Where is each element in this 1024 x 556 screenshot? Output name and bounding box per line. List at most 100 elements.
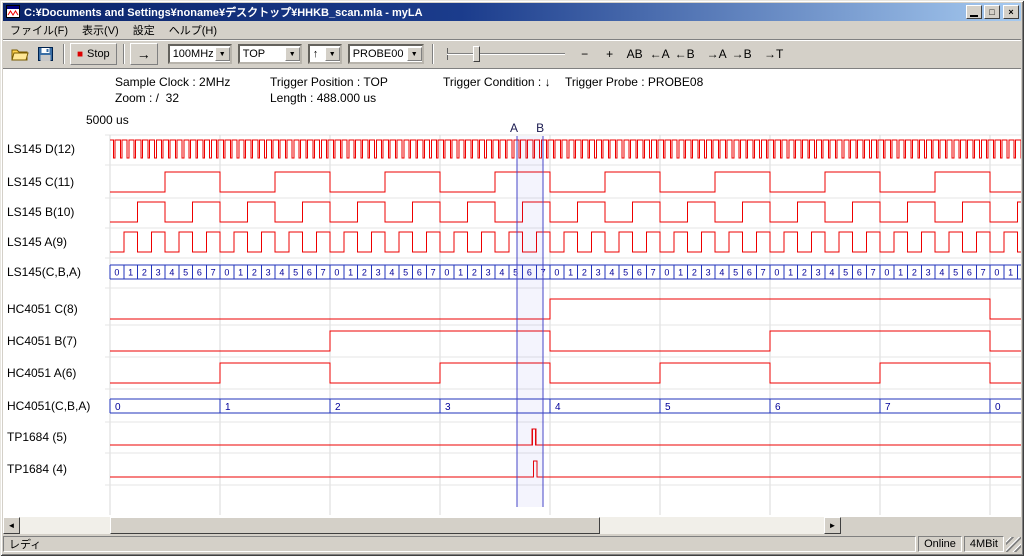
- cursor-a-label: A: [510, 121, 518, 135]
- bus-value: 2: [142, 268, 147, 278]
- channel-label: HC4051(C,B,A): [7, 399, 90, 413]
- status-online: Online: [918, 536, 962, 552]
- trigger-position-select[interactable]: TOP ▼: [238, 44, 302, 64]
- channel-trace: [110, 331, 1021, 351]
- cursor-ab-button[interactable]: AB: [623, 43, 647, 65]
- chevron-down-icon[interactable]: ▼: [407, 47, 422, 61]
- slider-track[interactable]: [447, 53, 565, 55]
- menu-item-0[interactable]: ファイル(F): [3, 20, 75, 40]
- channel-trace: [110, 232, 1021, 252]
- resize-grip[interactable]: [1006, 537, 1021, 552]
- next-b-button[interactable]: →B: [730, 43, 754, 65]
- maximize-button[interactable]: □: [984, 5, 1000, 19]
- bus-value: 7: [431, 268, 436, 278]
- waveform-client-area: Sample Clock : 2MHz Trigger Position : T…: [3, 69, 1021, 517]
- zoom-slider[interactable]: [447, 44, 565, 64]
- menu-item-2[interactable]: 設定: [126, 20, 162, 40]
- stop-button[interactable]: ■ Stop: [70, 43, 117, 65]
- bus-value: 0: [995, 402, 1001, 413]
- prev-a-button[interactable]: ←A: [648, 43, 672, 65]
- minimize-icon: [970, 15, 978, 17]
- bus-value: 4: [499, 268, 504, 278]
- bus-value: 3: [266, 268, 271, 278]
- cursor-b-label: B: [536, 121, 544, 135]
- probe-select[interactable]: PROBE00 ▼: [348, 44, 424, 64]
- bus-value: 4: [279, 268, 284, 278]
- bus-value: 2: [802, 268, 807, 278]
- run-button[interactable]: →: [130, 43, 158, 65]
- window-title: C:¥Documents and Settings¥noname¥デスクトップ¥…: [24, 4, 964, 20]
- bus-value: 2: [472, 268, 477, 278]
- status-memory: 4MBit: [964, 536, 1004, 552]
- run-arrow-icon: →: [137, 46, 151, 62]
- bus-value: 0: [444, 268, 449, 278]
- scrollbar-thumb[interactable]: [110, 517, 600, 534]
- bus-value: 6: [747, 268, 752, 278]
- menu-item-3[interactable]: ヘルプ(H): [162, 20, 224, 40]
- trigger-probe-info: Trigger Probe : PROBE08: [565, 75, 703, 89]
- chevron-down-icon[interactable]: ▼: [215, 47, 230, 61]
- bus-value: 5: [623, 268, 628, 278]
- prev-b-button[interactable]: ←B: [673, 43, 697, 65]
- app-window: C:¥Documents and Settings¥noname¥デスクトップ¥…: [0, 0, 1024, 556]
- channel-trace: [110, 172, 1021, 192]
- channel-trace: [110, 299, 1021, 319]
- bus-value: 0: [115, 402, 121, 413]
- bus-value: 5: [665, 402, 671, 413]
- bus-value: 0: [994, 268, 999, 278]
- bus-value: 2: [335, 402, 341, 413]
- channel-label: LS145 C(11): [7, 175, 74, 189]
- slider-thumb[interactable]: [473, 46, 480, 62]
- close-button[interactable]: ×: [1003, 5, 1019, 19]
- bus-value: 7: [885, 402, 891, 413]
- trigger-edge-select[interactable]: ↑ ▼: [308, 44, 342, 64]
- probe-value: PROBE00: [353, 48, 404, 60]
- sample-clock-info: Sample Clock : 2MHz: [115, 75, 230, 89]
- bus-value: 0: [224, 268, 229, 278]
- channel-label: HC4051 A(6): [7, 366, 76, 380]
- menu-item-1[interactable]: 表示(V): [75, 20, 126, 40]
- minimize-button[interactable]: [966, 5, 982, 19]
- toolbar: ■ Stop → 100MHz ▼ TOP ▼ ↑ ▼ PROBE00 ▼: [3, 39, 1021, 69]
- save-button[interactable]: [33, 43, 57, 65]
- bus-value: 2: [252, 268, 257, 278]
- scrollbar-track[interactable]: [20, 517, 824, 534]
- bus-value: 4: [389, 268, 394, 278]
- cursor-span: [517, 136, 543, 507]
- channel-label: LS145 D(12): [7, 142, 75, 156]
- bus-value: 1: [225, 402, 231, 413]
- zoom-out-button[interactable]: −: [573, 43, 597, 65]
- bus-value: 1: [348, 268, 353, 278]
- bus-value: 3: [486, 268, 491, 278]
- trigger-position-info: Trigger Position : TOP: [270, 75, 388, 89]
- waveform-display[interactable]: LS145 D(12)LS145 C(11)LS145 B(10)LS145 A…: [3, 112, 1021, 517]
- maximize-icon: □: [989, 8, 994, 17]
- bus-value: 0: [114, 268, 119, 278]
- channel-label: TP1684 (4): [7, 462, 67, 476]
- scroll-right-button[interactable]: ►: [824, 517, 841, 534]
- bus-value: 3: [706, 268, 711, 278]
- horizontal-scrollbar[interactable]: ◄ ►: [3, 517, 841, 534]
- goto-trigger-button[interactable]: →T: [762, 43, 786, 65]
- zoom-info: Zoom : / 32: [115, 91, 179, 105]
- channel-trace: [110, 140, 1021, 158]
- sample-clock-select[interactable]: 100MHz ▼: [168, 44, 232, 64]
- channel-trace: [110, 429, 1021, 445]
- open-button[interactable]: [8, 43, 32, 65]
- zoom-in-button[interactable]: +: [598, 43, 622, 65]
- bus-value: 3: [926, 268, 931, 278]
- chevron-down-icon[interactable]: ▼: [325, 47, 340, 61]
- bus-value: 4: [555, 402, 561, 413]
- channel-label: LS145(C,B,A): [7, 265, 81, 279]
- bus-value: 3: [156, 268, 161, 278]
- open-folder-icon: [11, 47, 29, 61]
- channel-label: TP1684 (5): [7, 430, 67, 444]
- bus-value: 0: [774, 268, 779, 278]
- channel-label: LS145 B(10): [7, 205, 74, 219]
- scroll-left-button[interactable]: ◄: [3, 517, 20, 534]
- next-a-button[interactable]: →A: [705, 43, 729, 65]
- stop-button-label: Stop: [87, 48, 110, 60]
- bus-value: 5: [293, 268, 298, 278]
- chevron-down-icon[interactable]: ▼: [285, 47, 300, 61]
- bus-value: 3: [445, 402, 451, 413]
